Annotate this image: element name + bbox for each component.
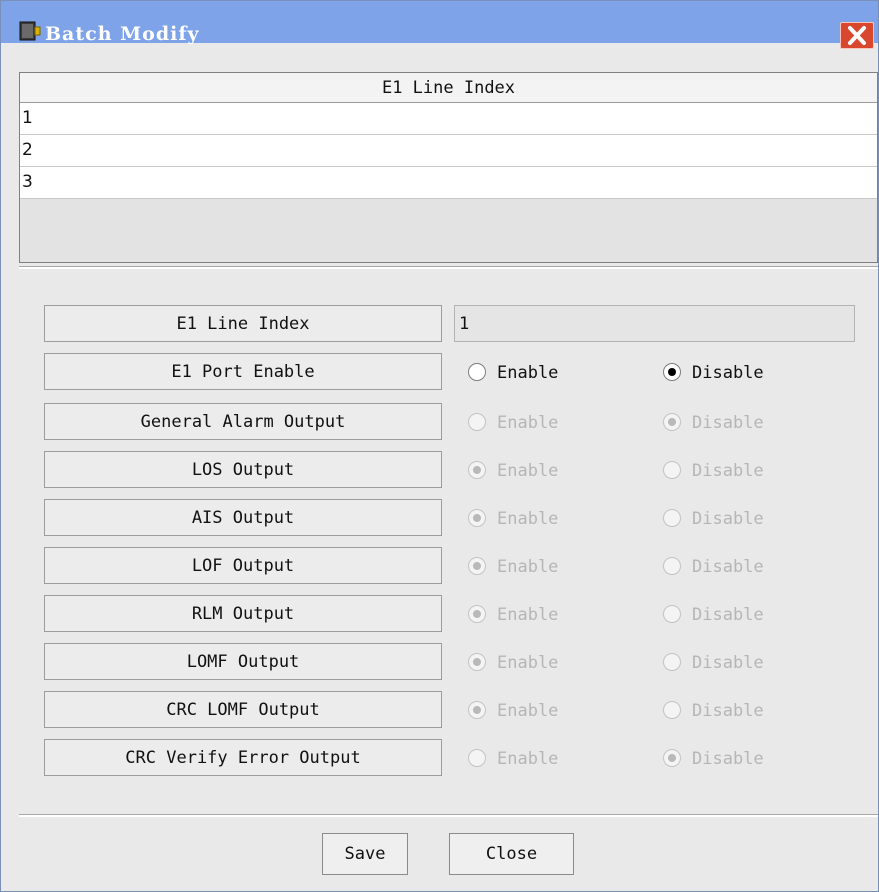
radio-indicator [468,363,486,381]
title-bar[interactable]: Batch Modify [1,1,878,49]
radio-indicator [468,509,486,527]
option-label: LOS Output [44,451,442,488]
close-icon [848,26,866,45]
radio-indicator [663,363,681,381]
radio-indicator [468,557,486,575]
option-label: CRC Verify Error Output [44,739,442,776]
option-label: CRC LOMF Output [44,691,442,728]
radio-indicator [663,509,681,527]
enable-radio-label: Enable [497,509,559,529]
disable-radio-label: Disable [692,557,764,577]
radio-indicator [468,653,486,671]
table-row[interactable]: 3 [20,167,877,199]
disable-radio-label: Disable [692,413,764,433]
disable-radio-label: Disable [692,701,764,721]
option-label: General Alarm Output [44,403,442,440]
enable-radio-label: Enable [497,461,559,481]
table-row[interactable]: 1 [20,103,877,135]
safe-box-icon [19,21,41,41]
radio-indicator [663,605,681,623]
radio-indicator [663,653,681,671]
enable-radio-label: Enable [497,557,559,577]
disable-radio-label: Disable [692,749,764,769]
line-index-field[interactable]: 1 [454,305,855,342]
disable-radio-label: Disable [692,605,764,625]
line-index-label: E1 Line Index [44,305,442,342]
save-button[interactable]: Save [322,833,408,875]
enable-radio-label: Enable [497,605,559,625]
radio-indicator [663,413,681,431]
option-label: E1 Port Enable [44,353,442,390]
option-label: RLM Output [44,595,442,632]
table-column-header[interactable]: E1 Line Index [20,73,877,103]
batch-modify-dialog: Batch Modify E1 Line Index 1 2 3 E1 Line… [0,0,879,892]
radio-indicator [468,461,486,479]
radio-indicator [468,701,486,719]
radio-indicator [468,605,486,623]
enable-radio-label: Enable [497,701,559,721]
option-label: LOF Output [44,547,442,584]
radio-indicator [663,557,681,575]
radio-indicator [663,461,681,479]
enable-radio-label: Enable [497,653,559,673]
close-window-button[interactable] [840,22,874,49]
enable-radio-label: Enable [497,749,559,769]
window-title: Batch Modify [45,23,200,45]
option-label: AIS Output [44,499,442,536]
enable-radio-label: Enable [497,413,559,433]
section-divider [19,266,878,269]
option-label: LOMF Output [44,643,442,680]
radio-indicator [468,413,486,431]
close-button[interactable]: Close [449,833,574,875]
line-index-table: E1 Line Index 1 2 3 [19,72,878,263]
section-divider [19,814,878,817]
disable-radio-label: Disable [692,653,764,673]
radio-indicator [663,749,681,767]
radio-indicator [468,749,486,767]
radio-indicator [663,701,681,719]
disable-radio-label: Disable [692,509,764,529]
enable-radio-label: Enable [497,363,559,383]
table-row[interactable]: 2 [20,135,877,167]
disable-radio-label: Disable [692,363,764,383]
disable-radio-label: Disable [692,461,764,481]
